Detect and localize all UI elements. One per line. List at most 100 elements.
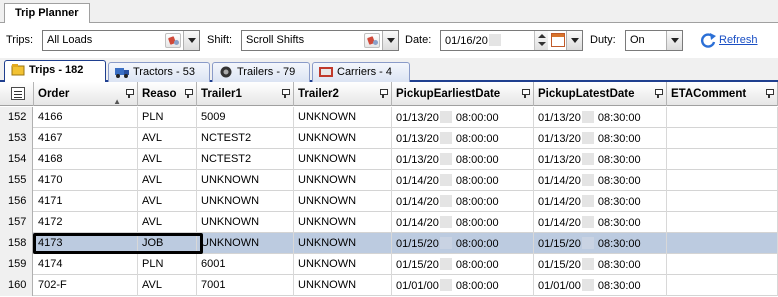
table-row[interactable]: 160 702-F AVL 7001 UNKNOWN 01/01/00 08:00:00 01… xyxy=(0,275,778,296)
table-row[interactable]: 156 4171 AVL UNKNOWN UNKNOWN 01/14/20 08:00:00… xyxy=(0,191,778,212)
col-pickup-earliest[interactable]: PickupEarliestDate xyxy=(392,82,534,106)
chevron-down-icon[interactable] xyxy=(566,31,582,50)
cell-eta-comment[interactable] xyxy=(667,275,778,296)
cell-eta-comment[interactable] xyxy=(667,191,778,212)
cell-trailer2[interactable]: UNKNOWN xyxy=(294,191,392,212)
date-picker[interactable]: 01/16/20 xyxy=(440,30,583,51)
cell-trailer2[interactable]: UNKNOWN xyxy=(294,149,392,170)
cell-eta-comment[interactable] xyxy=(667,128,778,149)
cell-pickup-latest[interactable]: 01/01/00 08:30:00 xyxy=(534,275,667,296)
cell-pickup-earliest[interactable]: 01/13/20 08:00:00 xyxy=(392,107,534,128)
cell-pickup-latest[interactable]: 01/13/20 08:30:00 xyxy=(534,107,667,128)
pin-icon[interactable] xyxy=(521,89,530,98)
column-chooser-icon[interactable] xyxy=(11,87,25,100)
trips-combo[interactable]: All Loads xyxy=(42,30,200,51)
table-row[interactable]: 157 4172 AVL UNKNOWN UNKNOWN 01/14/20 08:00:00… xyxy=(0,212,778,233)
calendar-icon[interactable] xyxy=(551,33,565,47)
cell-reason[interactable]: JOB xyxy=(138,233,197,254)
cell-pickup-earliest[interactable]: 01/14/20 08:00:00 xyxy=(392,170,534,191)
duty-combo[interactable]: On xyxy=(625,30,683,51)
cell-pickup-earliest[interactable]: 01/15/20 08:00:00 xyxy=(392,254,534,275)
cell-trailer2[interactable]: UNKNOWN xyxy=(294,212,392,233)
cell-order[interactable]: 4167 xyxy=(34,128,138,149)
table-row[interactable]: 158 4173 JOB UNKNOWN UNKNOWN 01/15/20 08:00:00… xyxy=(0,233,778,254)
clear-icon[interactable] xyxy=(165,33,181,48)
cell-order[interactable]: 702-F xyxy=(34,275,138,296)
cell-pickup-latest[interactable]: 01/14/20 08:30:00 xyxy=(534,191,667,212)
cell-pickup-latest[interactable]: 01/13/20 08:30:00 xyxy=(534,128,667,149)
row-number[interactable]: 160 xyxy=(0,275,33,296)
cell-trailer1[interactable]: UNKNOWN xyxy=(197,233,294,254)
pin-icon[interactable] xyxy=(125,89,134,98)
cell-trailer1[interactable]: UNKNOWN xyxy=(197,170,294,191)
cell-trailer2[interactable]: UNKNOWN xyxy=(294,233,392,254)
cell-order[interactable]: 4172 xyxy=(34,212,138,233)
cell-reason[interactable]: AVL xyxy=(138,212,197,233)
chevron-down-icon[interactable] xyxy=(183,31,199,50)
cell-trailer1[interactable]: NCTEST2 xyxy=(197,149,294,170)
cell-reason[interactable]: AVL xyxy=(138,128,197,149)
cell-eta-comment[interactable] xyxy=(667,254,778,275)
cell-eta-comment[interactable] xyxy=(667,212,778,233)
cell-pickup-earliest[interactable]: 01/01/00 08:00:00 xyxy=(392,275,534,296)
cell-trailer1[interactable]: 7001 xyxy=(197,275,294,296)
table-row[interactable]: 159 4174 PLN 6001 UNKNOWN 01/15/20 08:00:00 01/… xyxy=(0,254,778,275)
column-chooser[interactable] xyxy=(0,82,34,106)
cell-reason[interactable]: PLN xyxy=(138,107,197,128)
cell-order[interactable]: 4171 xyxy=(34,191,138,212)
clear-icon[interactable] xyxy=(364,33,380,48)
tab-trips[interactable]: Trips - 182 xyxy=(4,60,106,82)
pin-icon[interactable] xyxy=(281,89,290,98)
tab-carriers[interactable]: Carriers - 4 xyxy=(312,62,410,82)
cell-pickup-earliest[interactable]: 01/14/20 08:00:00 xyxy=(392,191,534,212)
table-row[interactable]: 154 4168 AVL NCTEST2 UNKNOWN 01/13/20 08:00:00… xyxy=(0,149,778,170)
col-pickup-latest[interactable]: PickupLatestDate xyxy=(534,82,667,106)
cell-eta-comment[interactable] xyxy=(667,107,778,128)
cell-pickup-earliest[interactable]: 01/14/20 08:00:00 xyxy=(392,212,534,233)
row-number[interactable]: 159 xyxy=(0,254,33,275)
chevron-down-icon[interactable] xyxy=(666,31,682,50)
refresh-link[interactable]: Refresh xyxy=(719,34,758,46)
cell-trailer1[interactable]: NCTEST2 xyxy=(197,128,294,149)
col-eta-comment[interactable]: ETAComment xyxy=(667,82,778,106)
date-spinner[interactable] xyxy=(534,31,548,50)
tab-trip-planner[interactable]: Trip Planner xyxy=(4,3,90,24)
row-number[interactable]: 158 xyxy=(0,233,33,254)
cell-pickup-latest[interactable]: 01/13/20 08:30:00 xyxy=(534,149,667,170)
cell-pickup-earliest[interactable]: 01/13/20 08:00:00 xyxy=(392,149,534,170)
cell-order[interactable]: 4173 xyxy=(34,233,138,254)
table-row[interactable]: 155 4170 AVL UNKNOWN UNKNOWN 01/14/20 08:00:00… xyxy=(0,170,778,191)
cell-trailer1[interactable]: 5009 xyxy=(197,107,294,128)
cell-trailer1[interactable]: UNKNOWN xyxy=(197,212,294,233)
cell-eta-comment[interactable] xyxy=(667,233,778,254)
cell-pickup-latest[interactable]: 01/14/20 08:30:00 xyxy=(534,212,667,233)
cell-reason[interactable]: PLN xyxy=(138,254,197,275)
cell-reason[interactable]: AVL xyxy=(138,191,197,212)
cell-eta-comment[interactable] xyxy=(667,170,778,191)
cell-pickup-earliest[interactable]: 01/13/20 08:00:00 xyxy=(392,128,534,149)
cell-order[interactable]: 4170 xyxy=(34,170,138,191)
cell-order[interactable]: 4174 xyxy=(34,254,138,275)
col-reason[interactable]: Reaso xyxy=(138,82,197,106)
chevron-down-icon[interactable] xyxy=(382,31,398,50)
cell-pickup-latest[interactable]: 01/15/20 08:30:00 xyxy=(534,233,667,254)
cell-eta-comment[interactable] xyxy=(667,149,778,170)
col-order[interactable]: Order ▲ xyxy=(34,82,138,106)
cell-pickup-latest[interactable]: 01/15/20 08:30:00 xyxy=(534,254,667,275)
cell-reason[interactable]: AVL xyxy=(138,275,197,296)
cell-trailer1[interactable]: 6001 xyxy=(197,254,294,275)
cell-reason[interactable]: AVL xyxy=(138,170,197,191)
cell-order[interactable]: 4166 xyxy=(34,107,138,128)
row-number[interactable]: 153 xyxy=(0,128,33,149)
row-number[interactable]: 156 xyxy=(0,191,33,212)
tab-tractors[interactable]: Tractors - 53 xyxy=(108,62,210,82)
cell-pickup-earliest[interactable]: 01/15/20 08:00:00 xyxy=(392,233,534,254)
pin-icon[interactable] xyxy=(379,89,388,98)
cell-order[interactable]: 4168 xyxy=(34,149,138,170)
pin-icon[interactable] xyxy=(765,89,774,98)
pin-icon[interactable] xyxy=(654,89,663,98)
col-trailer1[interactable]: Trailer1 xyxy=(197,82,294,106)
table-row[interactable]: 152 4166 PLN 5009 UNKNOWN 01/13/20 08:00:00 01/… xyxy=(0,107,778,128)
tab-trailers[interactable]: Trailers - 79 xyxy=(212,62,310,82)
cell-trailer2[interactable]: UNKNOWN xyxy=(294,275,392,296)
